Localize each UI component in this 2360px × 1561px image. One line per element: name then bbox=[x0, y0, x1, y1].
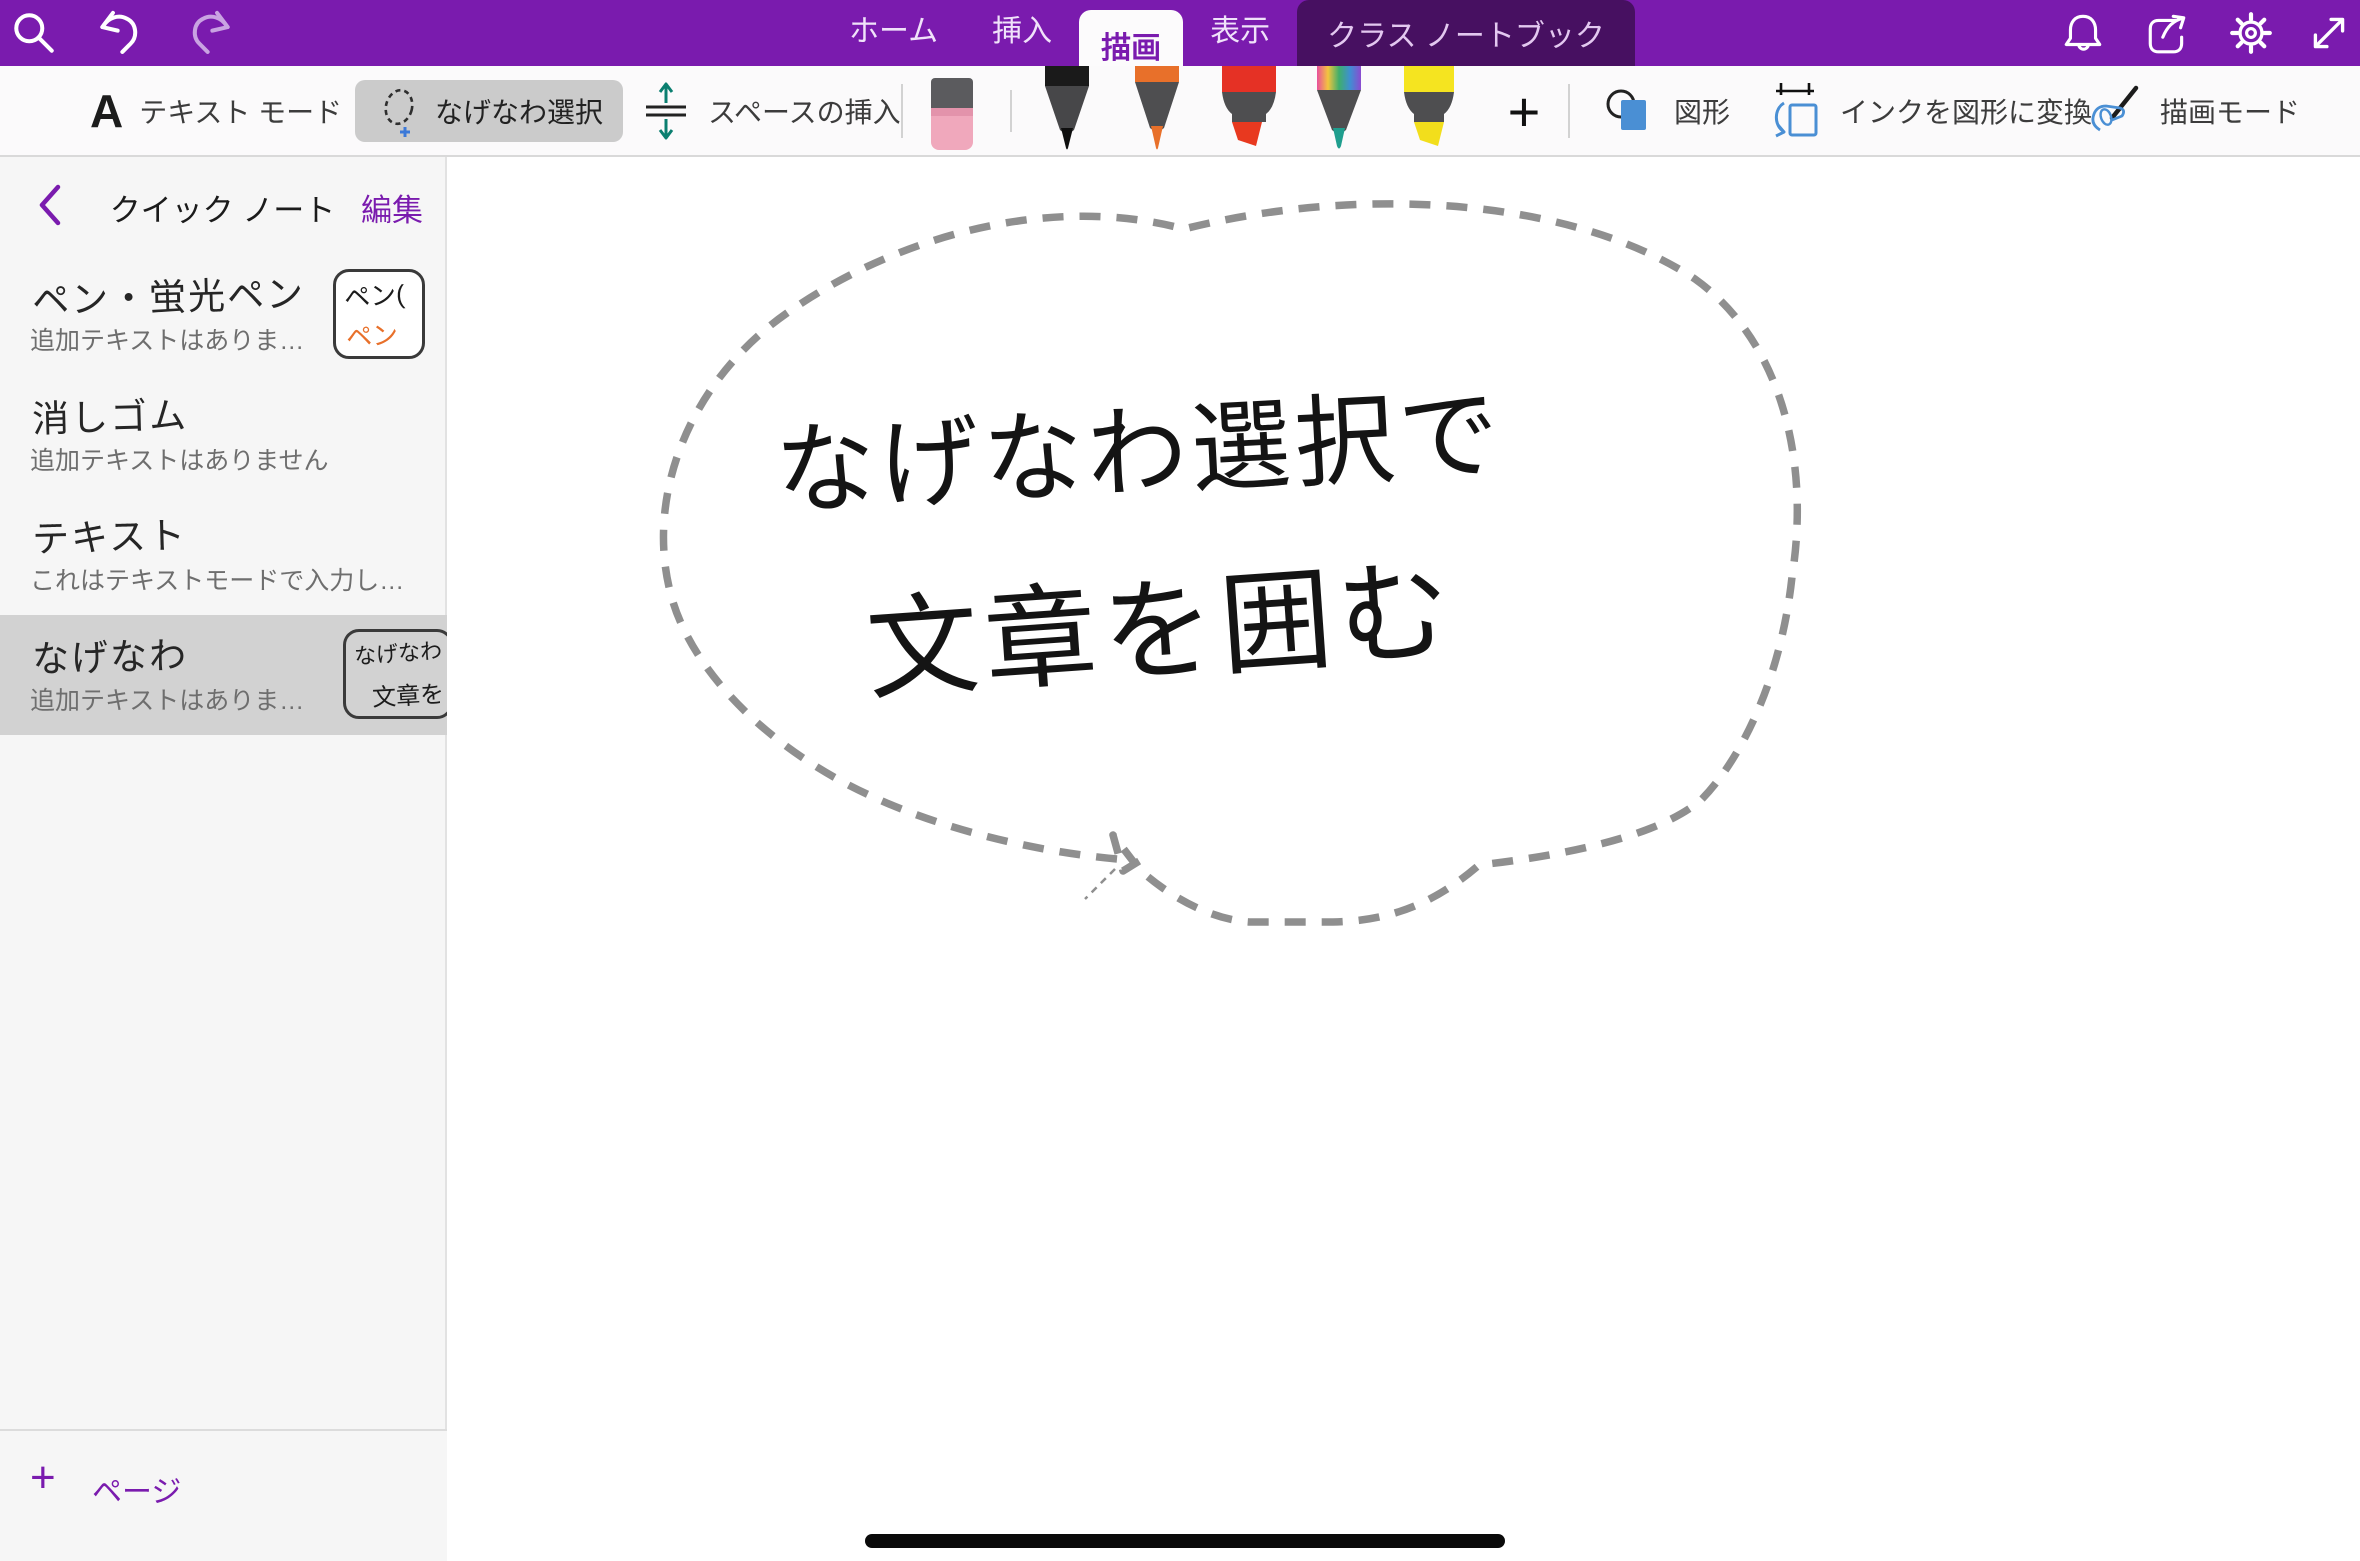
edit-button[interactable]: 編集 bbox=[361, 185, 423, 230]
toolbar-divider-2 bbox=[1568, 84, 1570, 138]
eraser-tool[interactable] bbox=[926, 66, 978, 152]
add-pen-button[interactable]: + bbox=[1496, 80, 1552, 142]
draw-mode-button[interactable]: 描画モード bbox=[2086, 66, 2300, 155]
draw-toolbar: A テキスト モード なげなわ選択 スペースの挿入 bbox=[0, 66, 2360, 157]
note-canvas[interactable]: なげなわ選択で 文章を囲む bbox=[449, 157, 2360, 1561]
insert-space-label: スペースの挿入 bbox=[708, 91, 901, 131]
plus-icon: + bbox=[30, 1453, 56, 1503]
add-page-button[interactable]: + ページ bbox=[0, 1429, 447, 1561]
redo-icon[interactable] bbox=[184, 7, 236, 59]
onenote-app: ホーム 挿入 描画 表示 クラス ノートブック bbox=[0, 0, 2360, 1561]
lasso-icon bbox=[375, 85, 425, 137]
notifications-bell-icon[interactable] bbox=[2060, 10, 2106, 56]
share-icon[interactable] bbox=[2144, 10, 2190, 56]
shapes-button[interactable]: 図形 bbox=[1604, 66, 1730, 155]
page-title: 消しゴム bbox=[31, 385, 188, 443]
page-title: テキスト bbox=[31, 505, 187, 563]
settings-gear-icon[interactable] bbox=[2228, 10, 2274, 56]
insert-space-icon bbox=[640, 81, 692, 141]
lasso-select-button[interactable]: なげなわ選択 bbox=[355, 80, 623, 142]
draw-mode-label: 描画モード bbox=[2160, 91, 2300, 131]
text-mode-label: テキスト モード bbox=[139, 91, 342, 131]
shapes-label: 図形 bbox=[1674, 91, 1730, 131]
page-list-sidebar: クイック ノート 編集 ペン・蛍光ペン 追加テキストはありま… ペン( ペン 消… bbox=[0, 157, 447, 1561]
home-indicator[interactable] bbox=[865, 1534, 1505, 1548]
lasso-select-label: なげなわ選択 bbox=[435, 91, 603, 131]
text-mode-icon: A bbox=[90, 84, 123, 138]
page-subtitle: 追加テキストはありません bbox=[30, 441, 329, 477]
black-pen-tool[interactable] bbox=[1038, 66, 1096, 154]
sidebar-header: クイック ノート 編集 bbox=[0, 157, 445, 253]
yellow-highlighter-tool[interactable] bbox=[1398, 66, 1460, 154]
page-subtitle: 追加テキストはありま… bbox=[30, 321, 304, 357]
ink-to-shape-button[interactable]: インクを図形に変換 bbox=[1768, 66, 2092, 155]
tab-class-notebook[interactable]: クラス ノートブック bbox=[1297, 0, 1635, 66]
orange-pen-tool[interactable] bbox=[1128, 66, 1186, 154]
tab-draw[interactable]: 描画 bbox=[1079, 10, 1183, 66]
toolbar-divider bbox=[901, 84, 903, 138]
tab-insert[interactable]: 挿入 bbox=[965, 6, 1079, 66]
undo-icon[interactable] bbox=[94, 7, 146, 59]
page-row-text[interactable]: テキスト これはテキストモードで入力し… bbox=[0, 495, 447, 615]
text-mode-button[interactable]: A テキスト モード bbox=[90, 66, 342, 155]
thumb-ink-text: なげなわ bbox=[353, 633, 443, 671]
ink-to-shape-icon bbox=[1768, 81, 1824, 141]
page-title: ペン・蛍光ペン bbox=[31, 263, 305, 324]
page-subtitle: これはテキストモードで入力し… bbox=[30, 561, 404, 597]
shapes-icon bbox=[1604, 84, 1658, 138]
page-subtitle: 追加テキストはありま… bbox=[30, 681, 304, 717]
rainbow-pen-tool[interactable] bbox=[1310, 66, 1368, 154]
tab-home[interactable]: ホーム bbox=[822, 6, 965, 66]
page-thumbnail: なげなわ 文章を bbox=[343, 629, 447, 719]
page-row-pen-highlighter[interactable]: ペン・蛍光ペン 追加テキストはありま… ペン( ペン bbox=[0, 255, 447, 375]
draw-mode-icon bbox=[2086, 82, 2144, 140]
thumb-ink-text: 文章を bbox=[371, 674, 445, 713]
page-title: なげなわ bbox=[31, 625, 188, 683]
pen-divider bbox=[1010, 90, 1012, 132]
page-thumbnail: ペン( ペン bbox=[333, 269, 425, 359]
ink-to-shape-label: インクを図形に変換 bbox=[1840, 91, 2092, 131]
page-row-lasso-selected[interactable]: なげなわ 追加テキストはありま… なげなわ 文章を bbox=[0, 615, 447, 735]
thumb-ink-text: ペン( bbox=[343, 274, 406, 315]
title-bar: ホーム 挿入 描画 表示 クラス ノートブック bbox=[0, 0, 2360, 66]
page-row-eraser[interactable]: 消しゴム 追加テキストはありません bbox=[0, 375, 447, 495]
tab-view[interactable]: 表示 bbox=[1183, 6, 1297, 66]
search-icon[interactable] bbox=[8, 7, 60, 59]
insert-space-button[interactable]: スペースの挿入 bbox=[640, 66, 901, 155]
ribbon-tabs: ホーム 挿入 描画 表示 クラス ノートブック bbox=[822, 0, 1635, 66]
red-highlighter-tool[interactable] bbox=[1218, 66, 1280, 154]
thumb-ink-text: ペン bbox=[345, 315, 399, 355]
fullscreen-expand-icon[interactable] bbox=[2306, 10, 2352, 56]
add-page-label: ページ bbox=[92, 1467, 181, 1511]
